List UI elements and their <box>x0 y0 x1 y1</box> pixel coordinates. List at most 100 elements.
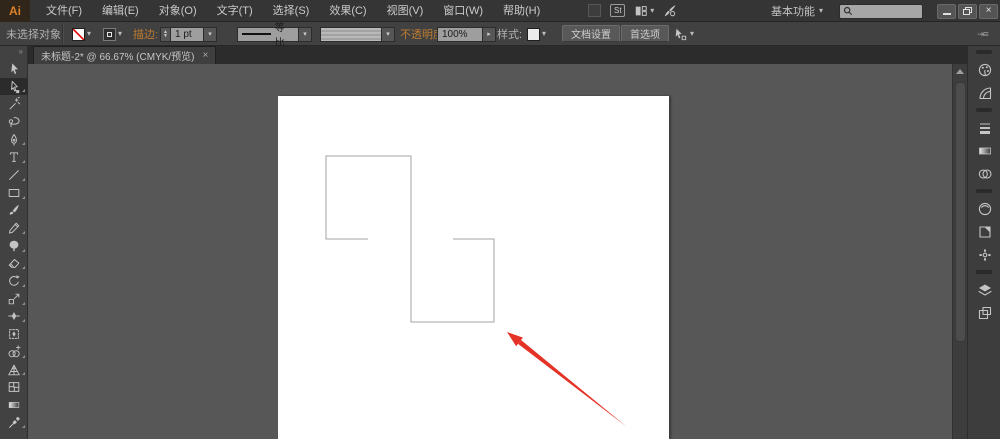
type-tool[interactable] <box>0 148 28 166</box>
graphic-styles-panel-button[interactable] <box>968 220 1000 243</box>
color-panel-button[interactable] <box>968 58 1000 81</box>
collapse-control-bar-icon[interactable]: ⇥≡ <box>977 22 989 46</box>
flyout-corner-icon <box>22 425 25 429</box>
gradient-panel-panel-button[interactable] <box>968 139 1000 162</box>
profile-preview[interactable]: 等比 <box>237 23 299 49</box>
eraser-tool[interactable] <box>0 255 28 273</box>
scale-tool[interactable] <box>0 290 28 308</box>
stock-icon[interactable]: St <box>610 4 626 17</box>
variable-width-profile[interactable]: 等比 ▾ <box>237 22 312 49</box>
fill-none-swatch[interactable] <box>72 27 85 41</box>
opacity-control[interactable]: 100% ▸ <box>437 22 496 46</box>
rectangle-tool[interactable] <box>0 184 28 202</box>
select-similar-control[interactable]: ▾ <box>673 22 694 46</box>
symbols-panel-button[interactable] <box>968 243 1000 266</box>
stroke-width-dropdown[interactable]: ▾ <box>204 26 217 42</box>
brush-preview[interactable] <box>320 26 382 42</box>
caret-down-icon[interactable]: ▾ <box>118 30 122 38</box>
graphic-style-control[interactable]: ▾ <box>527 22 546 46</box>
stroke-swatch[interactable] <box>103 27 116 41</box>
color-guide-panel-button[interactable] <box>968 81 1000 104</box>
stroke-color-control[interactable]: ▾ <box>103 22 122 46</box>
arrange-documents-button[interactable]: ▾ <box>634 4 654 18</box>
shape-builder-tool[interactable] <box>0 343 28 361</box>
menu-type[interactable]: 文字(T) <box>207 0 263 22</box>
profile-dropdown[interactable]: ▾ <box>299 26 312 42</box>
vertical-scrollbar[interactable] <box>952 64 967 439</box>
artboards-icon <box>978 306 991 319</box>
spinner-down-icon[interactable]: ▼ <box>163 34 168 39</box>
menu-edit[interactable]: 编辑(E) <box>92 0 149 22</box>
menu-help[interactable]: 帮助(H) <box>493 0 550 22</box>
paintbrush-tool[interactable] <box>0 202 28 220</box>
search-input[interactable] <box>839 3 923 19</box>
menu-file[interactable]: 文件(F) <box>36 0 92 22</box>
pencil-tool[interactable] <box>0 219 28 237</box>
share-screen-icon[interactable] <box>663 4 677 18</box>
direct-selection-tool[interactable] <box>0 77 28 96</box>
restore-button[interactable] <box>958 3 977 19</box>
panel-group-grip[interactable] <box>968 104 1000 116</box>
layers-panel-button[interactable] <box>968 278 1000 301</box>
width-tool[interactable] <box>0 308 28 326</box>
opacity-flyout[interactable]: ▸ <box>483 26 496 42</box>
artboards-panel-button[interactable] <box>968 301 1000 324</box>
blob-brush-tool[interactable] <box>0 237 28 255</box>
magic-wand-tool[interactable] <box>0 95 28 113</box>
menu-window[interactable]: 窗口(W) <box>433 0 493 22</box>
selection-tool[interactable] <box>0 60 28 78</box>
pencil-icon <box>8 222 20 234</box>
style-swatch[interactable] <box>527 27 540 41</box>
flyout-corner-icon <box>22 89 25 93</box>
caret-down-icon[interactable]: ▾ <box>690 30 694 38</box>
type-icon <box>10 152 18 163</box>
stroke-panel-button[interactable] <box>968 116 1000 139</box>
width-icon <box>8 312 20 321</box>
tab-close-icon[interactable]: × <box>203 50 209 61</box>
menu-effect[interactable]: 效果(C) <box>319 0 376 22</box>
scroll-up-icon <box>956 68 964 74</box>
perspective-grid-tool[interactable] <box>0 361 28 379</box>
transparency-icon <box>978 168 992 179</box>
caret-down-icon[interactable]: ▾ <box>819 7 823 15</box>
bridge-icon[interactable] <box>588 4 602 17</box>
fill-color-control[interactable]: ▾ <box>72 22 91 46</box>
minimize-button[interactable] <box>937 3 956 19</box>
stroke-width-input[interactable]: 1 pt <box>171 26 204 42</box>
menu-object[interactable]: 对象(O) <box>149 0 207 22</box>
panel-group-grip[interactable] <box>968 46 1000 58</box>
panel-group-grip[interactable] <box>968 185 1000 197</box>
artboard[interactable] <box>278 96 669 439</box>
document-tab[interactable]: 未标题-2* @ 66.67% (CMYK/预览) × <box>33 46 217 64</box>
perspective-grid-icon <box>8 364 20 375</box>
lasso-tool[interactable] <box>0 113 28 131</box>
caret-down-icon[interactable]: ▾ <box>87 30 91 38</box>
restore-icon <box>963 7 972 15</box>
transparency-panel-button[interactable] <box>968 162 1000 185</box>
flyout-corner-icon <box>22 301 25 305</box>
rotate-tool[interactable] <box>0 272 28 290</box>
panel-group-grip[interactable] <box>968 266 1000 278</box>
workspace-switcher[interactable]: 基本功能 <box>771 3 815 19</box>
brush-dropdown[interactable]: ▾ <box>382 26 395 42</box>
opacity-input[interactable]: 100% <box>437 26 483 42</box>
appearance-icon <box>978 202 991 215</box>
gradient-tool[interactable] <box>0 396 28 414</box>
stroke-width-stepper[interactable]: ▲ ▼ <box>160 26 171 42</box>
line-segment-tool[interactable] <box>0 166 28 184</box>
caret-down-icon[interactable]: ▾ <box>542 30 546 38</box>
pen-tool[interactable] <box>0 131 28 149</box>
eyedropper-tool[interactable] <box>0 414 28 432</box>
stroke-panel-link[interactable]: 描边: <box>133 22 158 46</box>
document-setup-button[interactable]: 文档设置 <box>562 25 620 42</box>
close-button[interactable]: × <box>979 3 998 19</box>
scrollbar-thumb[interactable] <box>955 82 966 342</box>
scroll-up-button[interactable] <box>953 64 967 78</box>
toolbar-collapse-icon[interactable]: » <box>0 46 27 60</box>
free-transform-tool[interactable] <box>0 325 28 343</box>
brush-definition[interactable]: ▾ <box>320 22 395 46</box>
menu-view[interactable]: 视图(V) <box>377 0 434 22</box>
mesh-tool[interactable] <box>0 378 28 396</box>
appearance-panel-button[interactable] <box>968 197 1000 220</box>
preferences-button[interactable]: 首选项 <box>621 25 669 42</box>
